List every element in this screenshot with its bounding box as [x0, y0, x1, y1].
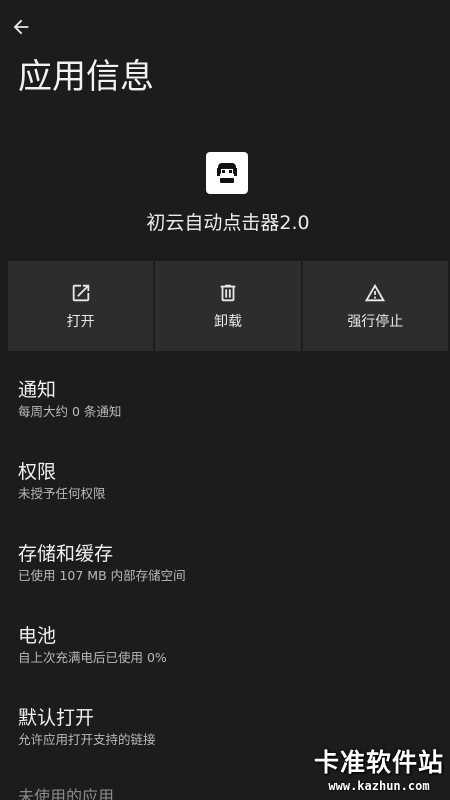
app-icon	[206, 152, 248, 194]
app-logo-icon	[217, 163, 237, 183]
setting-permissions[interactable]: 权限 未授予任何权限	[0, 450, 450, 532]
arrow-back-icon	[13, 19, 29, 35]
open-button-label: 打开	[66, 314, 95, 330]
setting-summary: 未授予任何权限	[18, 486, 106, 501]
action-bar: 打开 卸载 强行停止	[8, 261, 448, 351]
setting-summary: 允许应用打开支持的链接	[18, 732, 156, 747]
force-stop-button[interactable]: 强行停止	[302, 261, 448, 351]
watermark-title: 卡准软件站	[313, 748, 444, 777]
force-stop-button-label: 强行停止	[347, 314, 404, 330]
setting-summary: 每周大约 0 条通知	[18, 404, 122, 419]
settings-list: 通知 每周大约 0 条通知 权限 未授予任何权限 存储和缓存 已使用 107 M…	[0, 368, 450, 778]
trash-icon	[216, 281, 240, 305]
setting-title: 通知	[18, 379, 57, 401]
open-external-icon	[69, 281, 93, 305]
setting-summary: 已使用 107 MB 内部存储空间	[18, 568, 186, 583]
app-info-screen: 应用信息 初云自动点击器2.0 打开 卸载 强行停止 通知 每周大约 0 条通知…	[0, 0, 450, 800]
setting-unused-apps[interactable]: 未使用的应用	[18, 786, 114, 800]
setting-summary: 自上次充满电后已使用 0%	[18, 650, 167, 665]
setting-title: 电池	[18, 625, 57, 647]
setting-storage[interactable]: 存储和缓存 已使用 107 MB 内部存储空间	[0, 532, 450, 614]
app-name: 初云自动点击器2.0	[146, 212, 310, 234]
setting-notifications[interactable]: 通知 每周大约 0 条通知	[0, 368, 450, 450]
setting-battery[interactable]: 电池 自上次充满电后已使用 0%	[0, 614, 450, 696]
watermark: 卡准软件站 www.kazhun.com	[314, 748, 444, 794]
setting-title: 存储和缓存	[18, 543, 114, 565]
uninstall-button[interactable]: 卸载	[155, 261, 301, 351]
watermark-url: www.kazhun.com	[328, 779, 430, 793]
open-button[interactable]: 打开	[8, 261, 154, 351]
warning-icon	[363, 281, 387, 305]
setting-title: 权限	[18, 461, 57, 483]
setting-title: 默认打开	[18, 707, 95, 729]
uninstall-button-label: 卸载	[213, 314, 242, 330]
page-title: 应用信息	[18, 57, 154, 97]
back-button[interactable]	[6, 12, 36, 42]
